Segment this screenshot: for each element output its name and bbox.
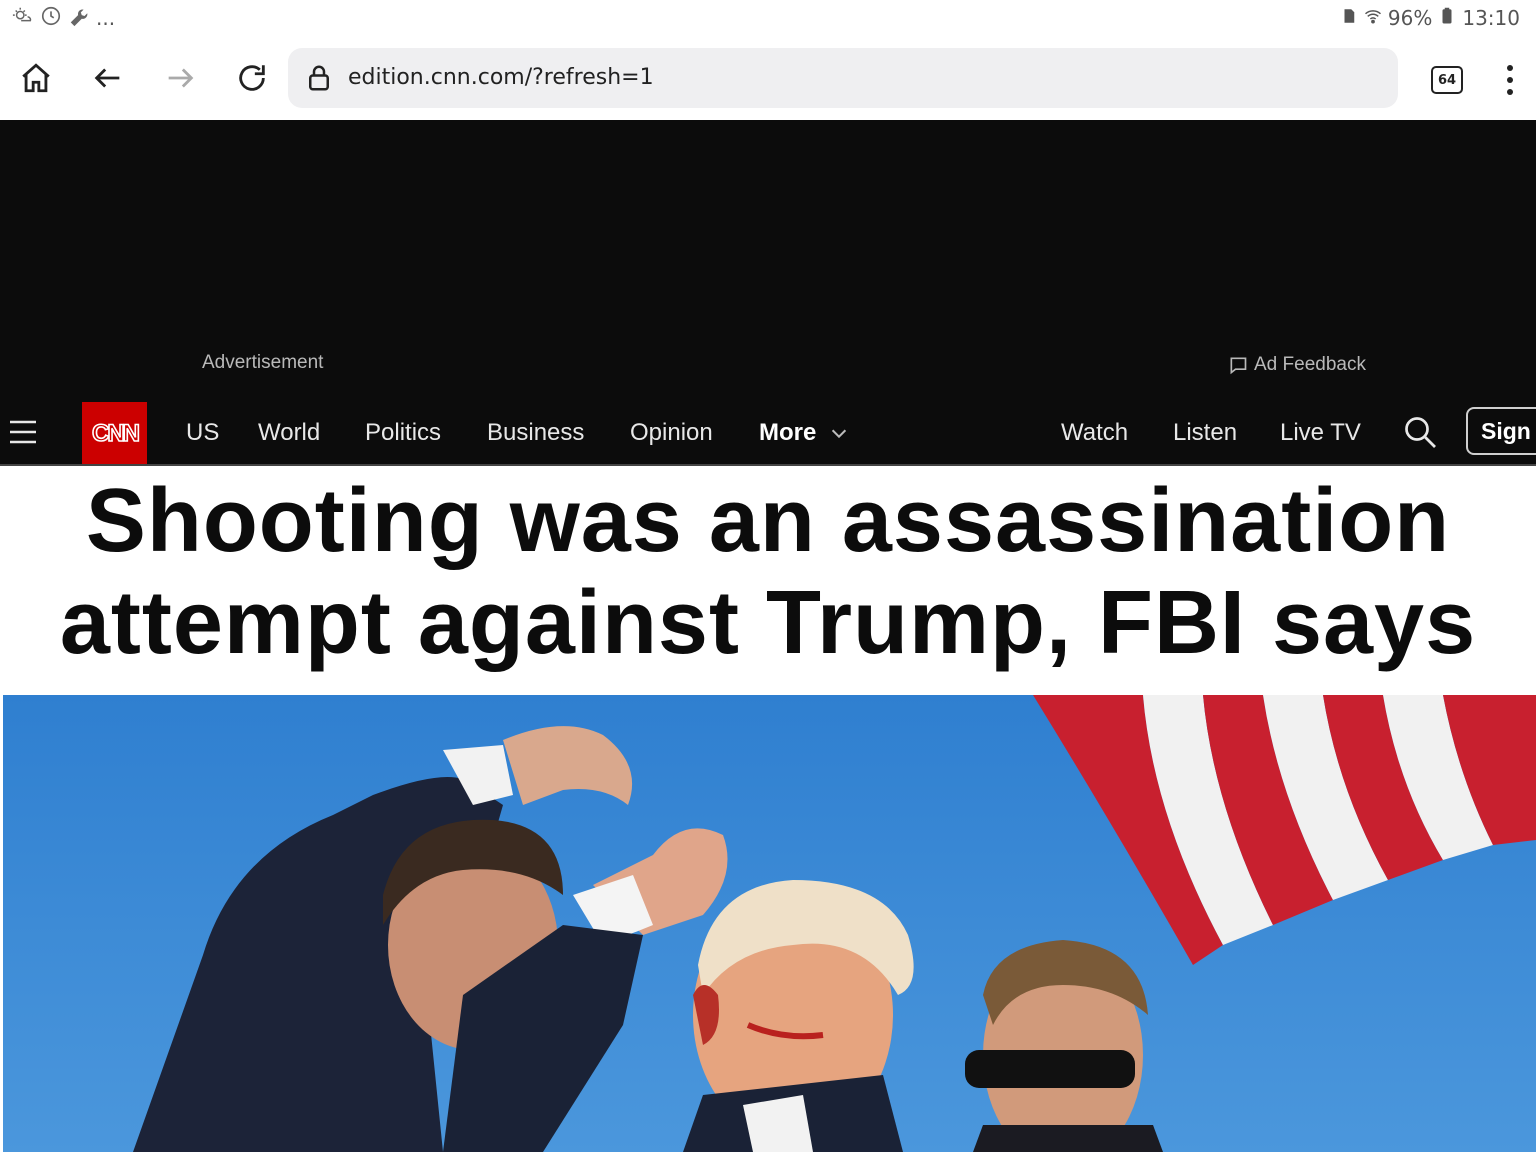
battery-icon: [1438, 6, 1456, 30]
chevron-down-icon: [832, 429, 847, 439]
forward-button[interactable]: [156, 54, 204, 102]
more-menu-icon[interactable]: [1496, 62, 1524, 98]
sim-icon: [1340, 6, 1358, 30]
nav-item-live-tv[interactable]: Live TV: [1280, 419, 1361, 447]
home-button[interactable]: [12, 54, 60, 102]
reload-button[interactable]: [228, 54, 276, 102]
advertisement-area: Advertisement Ad Feedback: [0, 120, 1536, 402]
status-bar: ... 96% 13:10: [0, 0, 1536, 38]
arrow-right-icon: [168, 68, 194, 88]
url-text[interactable]: edition.cnn.com/?refresh=1: [348, 65, 654, 90]
address-bar[interactable]: edition.cnn.com/?refresh=1: [288, 48, 1398, 108]
ad-feedback-link[interactable]: Ad Feedback: [1228, 354, 1366, 376]
status-bar-right: 96% 13:10: [1340, 4, 1520, 32]
headline-line-1: Shooting was an assassination: [85, 471, 1451, 571]
browser-toolbar: edition.cnn.com/?refresh=1 64: [0, 38, 1536, 120]
nav-item-listen[interactable]: Listen: [1173, 419, 1237, 447]
wrench-icon: [68, 5, 90, 32]
reload-icon: [239, 65, 265, 91]
headline-line-2: attempt against Trump, FBI says: [59, 573, 1477, 673]
weather-icon: [12, 5, 34, 32]
clock: 13:10: [1462, 6, 1520, 30]
nav-item-opinion[interactable]: Opinion: [630, 419, 713, 447]
nav-item-more[interactable]: More: [759, 419, 850, 447]
hero-photo-illustration: [3, 695, 1536, 1152]
svg-text:CNN: CNN: [92, 420, 139, 447]
nav-item-world[interactable]: World: [258, 419, 320, 447]
feedback-icon: [1230, 357, 1247, 375]
status-bar-left: ...: [12, 4, 115, 32]
home-icon: [22, 63, 50, 93]
advertisement-label: Advertisement: [202, 352, 324, 373]
search-icon[interactable]: [1402, 414, 1438, 450]
cnn-logo[interactable]: CNN: [82, 402, 147, 464]
back-button[interactable]: [84, 54, 132, 102]
lock-icon: [309, 65, 329, 91]
sign-in-button[interactable]: Sign: [1466, 407, 1536, 455]
nav-item-politics[interactable]: Politics: [365, 419, 441, 447]
tab-switcher-button[interactable]: 64: [1431, 66, 1463, 94]
wifi-icon: [1364, 6, 1382, 30]
nav-more-label: More: [759, 419, 817, 446]
site-nav: CNN US World Politics Business Opinion M…: [0, 402, 1536, 466]
hero-image[interactable]: [3, 695, 1536, 1152]
arrow-left-icon: [94, 68, 120, 88]
ad-feedback-label: Ad Feedback: [1254, 354, 1366, 375]
nav-item-us[interactable]: US: [186, 419, 219, 447]
cnn-logo-mark: CNN: [91, 419, 141, 448]
headline[interactable]: Shooting was an assassination attempt ag…: [0, 466, 1536, 674]
sync-icon: [40, 5, 62, 32]
status-overflow: ...: [96, 6, 116, 30]
nav-item-watch[interactable]: Watch: [1061, 419, 1128, 447]
battery-percent: 96%: [1387, 6, 1433, 30]
headline-container: Shooting was an assassination attempt ag…: [0, 466, 1536, 694]
hamburger-menu-icon[interactable]: [8, 417, 38, 447]
nav-item-business[interactable]: Business: [487, 419, 584, 447]
